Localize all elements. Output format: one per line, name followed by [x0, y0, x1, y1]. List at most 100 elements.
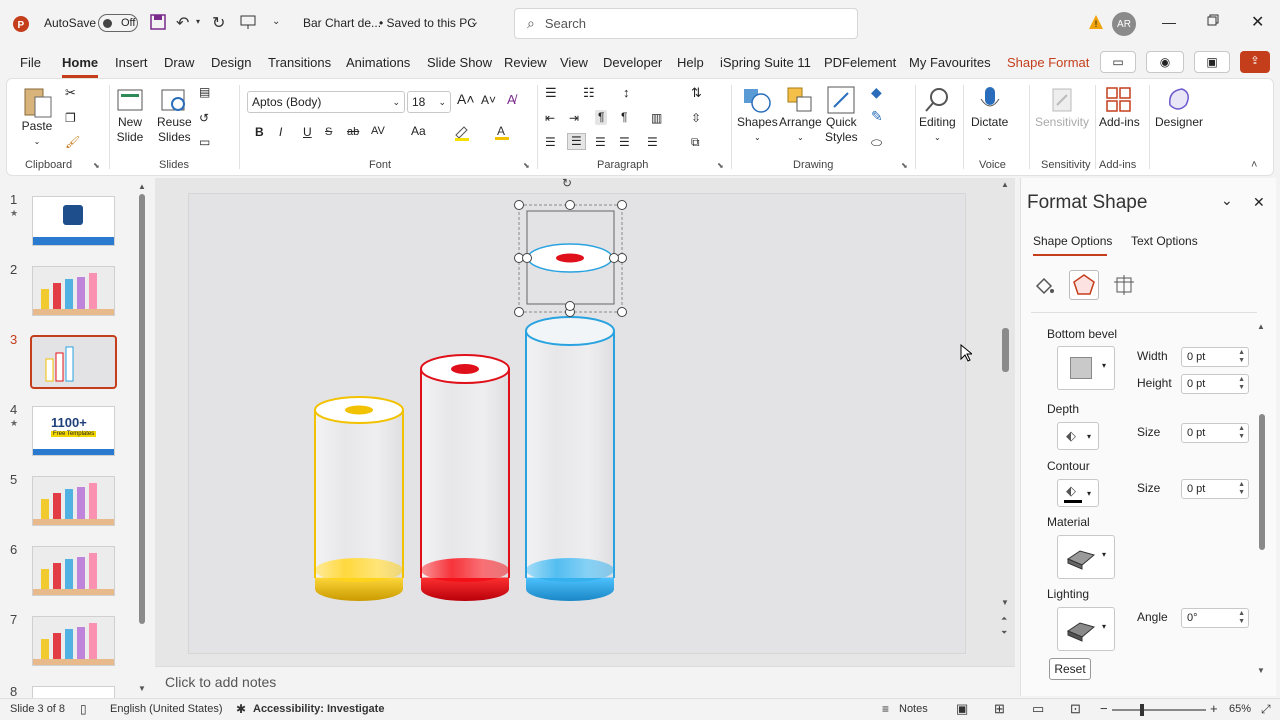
spelling-icon[interactable]: ▯ [80, 702, 87, 716]
arrange-button[interactable]: Arrange ⌄ [779, 85, 822, 145]
material-picker[interactable]: ▾ [1057, 535, 1115, 579]
accessibility-status[interactable]: Accessibility: Investigate [253, 703, 384, 715]
grow-font-icon[interactable]: A˄ [457, 92, 475, 107]
slide-thumbnail-6[interactable] [32, 546, 115, 596]
size-properties-icon[interactable] [1113, 274, 1135, 299]
normal-view-icon[interactable]: ▣ [956, 701, 968, 717]
tab-ispring[interactable]: iSpring Suite 11 [720, 48, 811, 78]
quick-styles-button[interactable]: Quick Styles [825, 85, 858, 145]
red-cylinder[interactable] [420, 354, 510, 601]
columns-icon[interactable]: ▥ [651, 111, 662, 126]
spinner-icon[interactable]: ▲ ▼ [1238, 376, 1245, 392]
lighting-picker[interactable]: ▾ [1057, 607, 1115, 651]
char-spacing-button[interactable]: AV [371, 124, 385, 139]
effects-tab-button[interactable] [1069, 270, 1099, 300]
change-case-button[interactable]: Aa [411, 124, 426, 139]
tab-insert[interactable]: Insert [115, 48, 148, 78]
scrollbar-thumb[interactable] [1259, 414, 1265, 550]
chevron-down-icon[interactable]: ⌄ [1221, 192, 1233, 209]
ltr-icon[interactable]: ¶ [595, 110, 608, 125]
notes-pane[interactable]: Click to add notes [155, 666, 1015, 696]
copy-icon[interactable]: ❐ [65, 111, 76, 126]
dialog-launcher-icon[interactable]: ⬊ [717, 161, 724, 170]
search-box[interactable]: ⌕ Search [514, 8, 858, 39]
slide-thumbnail-7[interactable] [32, 616, 115, 666]
slide-sorter-icon[interactable]: ⊞ [994, 701, 1005, 717]
editing-button[interactable]: Editing ⌄ [919, 85, 956, 145]
warning-icon[interactable]: ! [1088, 14, 1104, 30]
customize-qat-icon[interactable]: ⌄ [272, 16, 280, 27]
highlight-icon[interactable] [453, 123, 471, 141]
distribute-icon[interactable]: ☰ [647, 135, 658, 150]
reading-view-icon[interactable]: ▭ [1032, 701, 1044, 717]
spinner-icon[interactable]: ▲ ▼ [1238, 425, 1245, 441]
slideshow-icon[interactable]: ⊡ [1070, 701, 1081, 717]
slide-thumbnail-4[interactable]: 1100+ Free Templates [32, 406, 115, 456]
notes-button[interactable]: Notes [899, 703, 928, 715]
font-color-icon[interactable]: A [493, 123, 511, 141]
font-size-select[interactable]: 18 ⌄ [407, 91, 451, 113]
chevron-down-icon[interactable]: ⌄ [470, 15, 479, 28]
shape-effects-icon[interactable]: ⬭ [871, 135, 882, 150]
scroll-down-icon[interactable]: ▼ [138, 684, 146, 693]
tab-shape-format[interactable]: Shape Format [1007, 48, 1089, 78]
collapse-ribbon-icon[interactable]: ˄ [1251, 159, 1257, 171]
layout-icon[interactable]: ▤ [199, 85, 210, 100]
dialog-launcher-icon[interactable]: ⬊ [523, 161, 530, 170]
increase-indent-icon[interactable]: ⇥ [569, 111, 579, 126]
teams-button[interactable]: ▣ [1194, 51, 1230, 73]
rotate-handle-icon[interactable]: ↻ [562, 176, 572, 190]
bold-button[interactable]: B [255, 125, 264, 140]
format-painter-icon[interactable]: 🖌 [65, 135, 80, 150]
tab-view[interactable]: View [560, 48, 588, 78]
selected-shape[interactable] [518, 204, 623, 313]
notes-icon[interactable]: ≡ [882, 702, 889, 716]
sensitivity-button[interactable]: Sensitivity [1035, 85, 1089, 130]
redo-icon[interactable]: ↻ [212, 13, 225, 33]
close-icon[interactable]: ✕ [1251, 12, 1264, 32]
smartart-icon[interactable]: ⧉ [691, 135, 700, 150]
restore-icon[interactable] [1207, 14, 1219, 26]
dialog-launcher-icon[interactable]: ⬊ [901, 161, 908, 170]
scroll-up-icon[interactable]: ▲ [138, 182, 146, 191]
tab-transitions[interactable]: Transitions [268, 48, 331, 78]
scroll-down-icon[interactable]: ▼ [1257, 666, 1265, 675]
underline-button[interactable]: U [303, 125, 312, 140]
language[interactable]: English (United States) [110, 703, 223, 715]
comments-button[interactable]: ▭ [1100, 51, 1136, 73]
autosave-toggle[interactable]: Off [98, 14, 138, 32]
search-input[interactable]: Search [545, 16, 586, 31]
zoom-slider-thumb[interactable] [1140, 704, 1144, 716]
slide-canvas[interactable] [188, 193, 966, 654]
minimize-icon[interactable]: — [1162, 14, 1176, 30]
dictate-button[interactable]: Dictate ⌄ [971, 85, 1008, 145]
canvas-scrollbar[interactable]: ▲ ▼ ⏶ ⏷ [1000, 180, 1012, 642]
new-slide-button[interactable]: New Slide [115, 85, 145, 145]
dialog-launcher-icon[interactable]: ⬊ [93, 161, 100, 170]
avatar[interactable]: AR [1112, 12, 1136, 36]
slides-scrollbar[interactable]: ▲ ▼ [138, 182, 146, 694]
tab-pdfelement[interactable]: PDFelement [824, 48, 896, 78]
reset-button[interactable]: Reset [1049, 658, 1091, 680]
tab-home[interactable]: Home [62, 48, 98, 78]
lighting-angle-input[interactable]: 0° ▲ ▼ [1181, 608, 1249, 628]
font-name-select[interactable]: Aptos (Body) ⌄ [247, 91, 405, 113]
present-icon[interactable] [240, 14, 256, 30]
shape-fill-icon[interactable]: ◆ [871, 85, 882, 100]
shapes-button[interactable]: Shapes ⌄ [737, 85, 778, 145]
pane-scrollbar[interactable]: ▲ ▼ [1257, 322, 1267, 682]
zoom-level[interactable]: 65% [1229, 703, 1251, 715]
slide-thumbnail-5[interactable] [32, 476, 115, 526]
fit-slide-icon[interactable]: ⤢ [1261, 702, 1271, 717]
contour-size-input[interactable]: 0 pt ▲ ▼ [1181, 479, 1249, 499]
yellow-cylinder[interactable] [314, 396, 404, 601]
scroll-down-icon[interactable]: ▼ [1001, 598, 1009, 607]
blue-cylinder[interactable] [525, 316, 615, 601]
next-slide-icon[interactable]: ⏷ [1001, 628, 1007, 638]
section-icon[interactable]: ▭ [199, 135, 210, 150]
prev-slide-icon[interactable]: ⏶ [1001, 614, 1007, 624]
scrollbar-thumb[interactable] [1002, 328, 1009, 372]
strikethrough-button[interactable]: S [325, 125, 332, 140]
tab-shape-options[interactable]: Shape Options [1033, 234, 1112, 248]
decrease-indent-icon[interactable]: ⇤ [545, 111, 555, 126]
